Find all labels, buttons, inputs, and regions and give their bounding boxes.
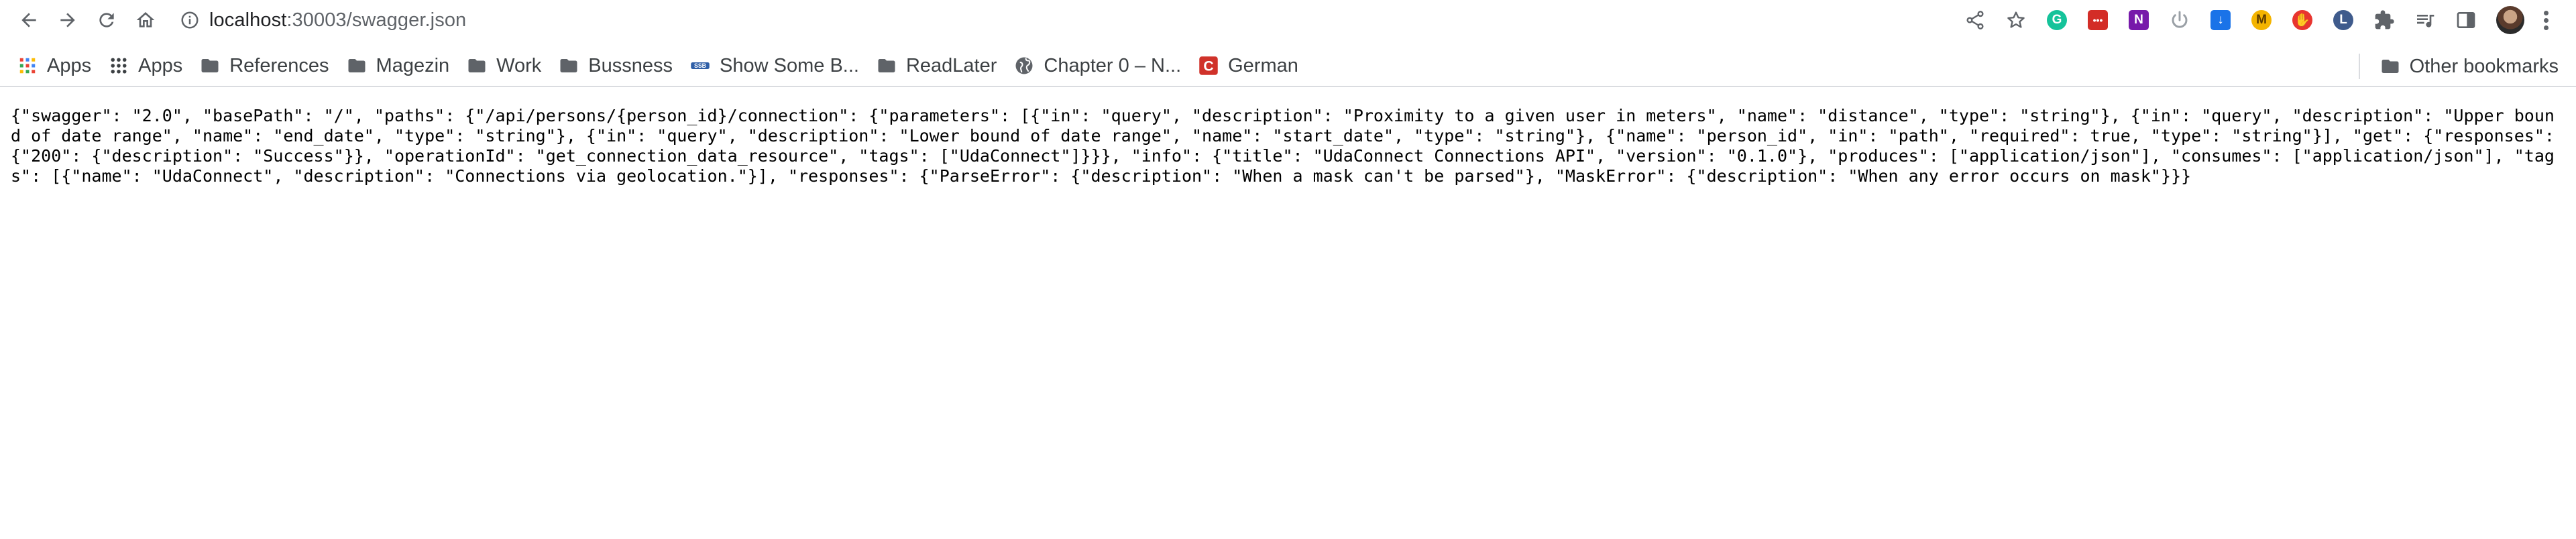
toolbar-actions: G ••• N ↓ M ✋ L	[1946, 0, 2549, 40]
l-extension-icon: L	[2333, 10, 2353, 30]
m-extension-icon: M	[2251, 10, 2272, 30]
bookmarks-separator	[2359, 54, 2360, 79]
profile-button[interactable]	[2496, 5, 2525, 35]
bookmark-apps[interactable]: Apps	[102, 50, 189, 81]
home-button[interactable]	[129, 3, 162, 37]
url-host: localhost	[209, 9, 287, 31]
folder-icon	[877, 56, 897, 76]
bookmark-apps-google[interactable]: Apps	[11, 50, 98, 81]
power-extension-button[interactable]	[2168, 9, 2191, 32]
puzzle-icon	[2375, 10, 2394, 29]
bookmark-folder-references[interactable]: References	[193, 50, 335, 81]
browser-toolbar: localhost:30003/swagger.json G ••• N ↓ M…	[0, 0, 2576, 40]
bookmark-star-button[interactable]	[2005, 9, 2027, 32]
bookmark-label: References	[229, 54, 329, 76]
bookmark-label: Magezin	[376, 54, 450, 76]
more-vert-icon	[2543, 10, 2549, 15]
bookmark-folder-magezin[interactable]: Magezin	[340, 50, 457, 81]
reading-list-button[interactable]	[2414, 9, 2437, 32]
bookmark-german[interactable]: C German	[1192, 50, 1305, 81]
red-extension-button[interactable]: ✋	[2291, 9, 2314, 32]
bookmark-label: German	[1228, 54, 1298, 76]
avatar	[2496, 6, 2524, 34]
back-button[interactable]	[12, 3, 46, 37]
other-bookmarks-folder[interactable]: Other bookmarks	[2373, 51, 2565, 82]
url-text[interactable]: localhost:30003/swagger.json	[209, 9, 466, 32]
home-icon	[136, 12, 155, 27]
power-icon	[2172, 11, 2188, 28]
bookmark-folder-bussness[interactable]: Bussness	[552, 50, 679, 81]
extensions-button[interactable]	[2373, 9, 2396, 32]
bookmark-label: Bussness	[588, 54, 673, 76]
site-icon: SSB	[690, 56, 710, 76]
bookmark-label: ReadLater	[905, 54, 997, 76]
apps-grid-icon	[109, 56, 129, 76]
forward-button[interactable]	[51, 3, 85, 37]
folder-icon	[2380, 56, 2400, 76]
l-extension-button[interactable]: L	[2332, 9, 2355, 32]
grammarly-extension-button[interactable]: G	[2046, 9, 2068, 32]
bookmark-label: Show Some B...	[720, 54, 859, 76]
back-icon	[21, 13, 36, 27]
bookmark-label: Apps	[138, 54, 183, 76]
bookmark-label: Chapter 0 – N...	[1044, 54, 1182, 76]
reload-icon	[99, 13, 114, 27]
url-path: :30003/swagger.json	[286, 9, 467, 31]
bookmarks-bar: Apps Apps References Magezin Work Bussne…	[0, 46, 2576, 87]
reload-button[interactable]	[90, 3, 123, 37]
onenote-icon: N	[2129, 10, 2149, 30]
folder-icon	[467, 56, 487, 76]
forward-icon	[60, 13, 75, 27]
folder-icon	[200, 56, 220, 76]
bookmark-folder-work[interactable]: Work	[460, 50, 548, 81]
download-extension-button[interactable]: ↓	[2209, 9, 2232, 32]
bookmark-show-some[interactable]: SSB Show Some B...	[683, 50, 866, 81]
side-panel-icon	[2457, 12, 2475, 28]
hand-icon: ✋	[2292, 10, 2312, 30]
svg-text:SSB: SSB	[694, 62, 706, 69]
star-icon	[2007, 11, 2025, 28]
grammarly-icon: G	[2047, 10, 2067, 30]
svg-text:C: C	[1203, 58, 1213, 74]
bookmark-chapter-0[interactable]: Chapter 0 – N...	[1007, 50, 1188, 81]
folder-icon	[559, 56, 579, 76]
globe-icon	[1014, 56, 1034, 76]
folder-icon	[347, 56, 367, 76]
address-bar[interactable]: localhost:30003/swagger.json	[177, 3, 1867, 38]
lastpass-extension-button[interactable]: •••	[2086, 9, 2109, 32]
share-icon	[1966, 11, 1984, 29]
chrome-menu-button[interactable]	[2542, 9, 2549, 32]
info-icon[interactable]	[180, 10, 200, 30]
bookmark-label: Work	[496, 54, 542, 76]
bookmark-label: Apps	[47, 54, 92, 76]
other-bookmarks-label: Other bookmarks	[2409, 55, 2559, 77]
lastpass-icon: •••	[2088, 10, 2108, 30]
download-icon: ↓	[2210, 10, 2231, 30]
google-apps-icon	[17, 56, 38, 76]
playlist-icon	[2417, 15, 2434, 27]
c-site-icon: C	[1198, 56, 1219, 76]
share-button[interactable]	[1964, 9, 1986, 32]
onenote-extension-button[interactable]: N	[2127, 9, 2150, 32]
bookmark-folder-readlater[interactable]: ReadLater	[870, 50, 1003, 81]
m-extension-button[interactable]: M	[2250, 9, 2273, 32]
side-panel-button[interactable]	[2455, 9, 2477, 32]
json-response-text: {"swagger": "2.0", "basePath": "/", "pat…	[11, 106, 2565, 186]
